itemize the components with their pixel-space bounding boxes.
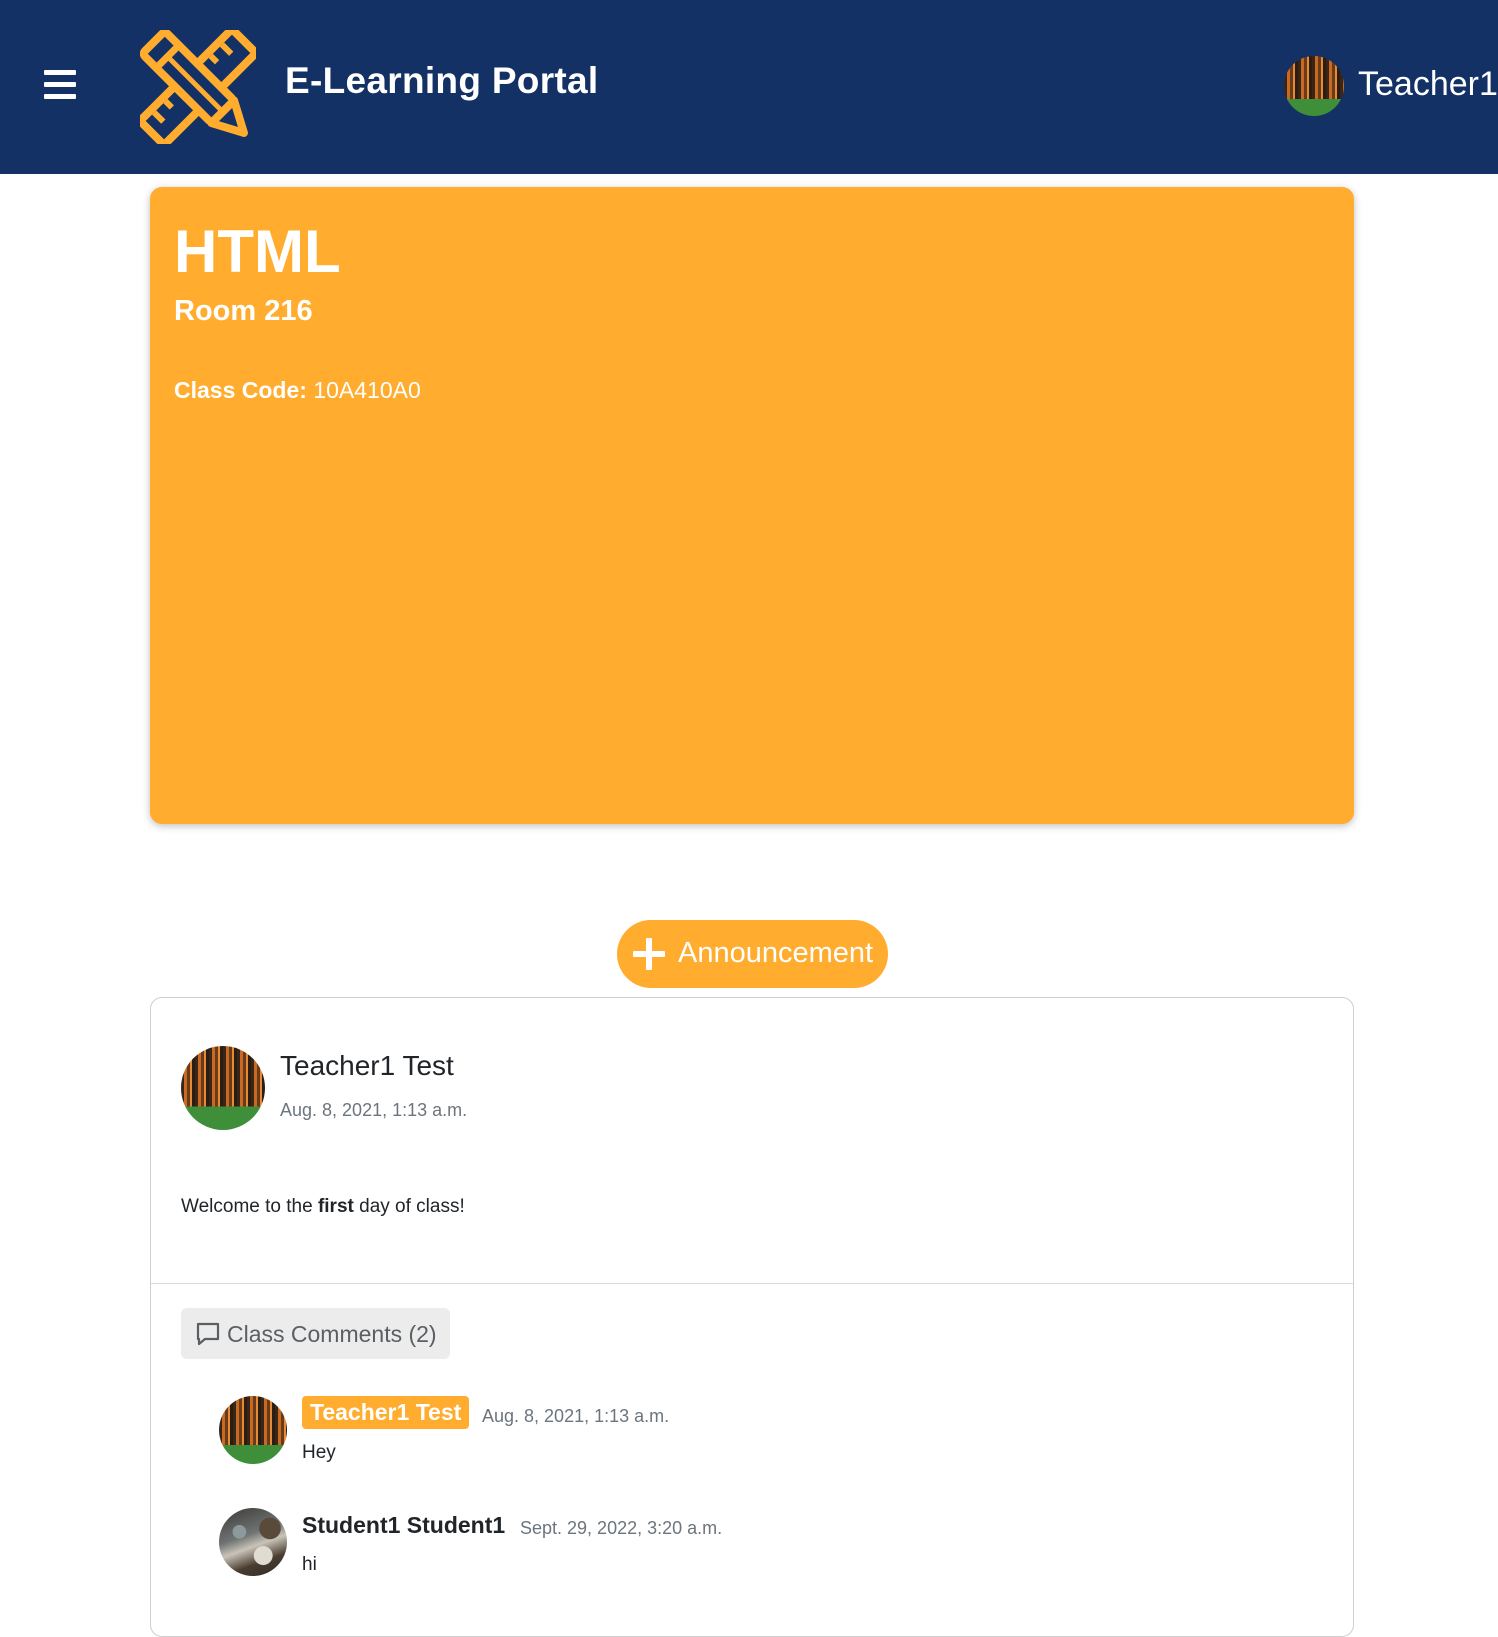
- comment-date: Aug. 8, 2021, 1:13 a.m.: [482, 1406, 670, 1426]
- user-avatar[interactable]: [1284, 56, 1344, 116]
- comment-author: Teacher1 Test: [302, 1396, 470, 1429]
- comment-item: Student1 Student1 Sept. 29, 2022, 3:20 a…: [219, 1508, 1219, 1580]
- post-date: Aug. 8, 2021, 1:13 a.m.: [280, 1100, 468, 1120]
- post-author: Teacher1 Test: [280, 1050, 454, 1081]
- post-body-bold: first: [317, 1196, 354, 1217]
- announcement-post: Teacher1 Test Aug. 8, 2021, 1:13 a.m. We…: [150, 997, 1354, 1637]
- comment-date: Sept. 29, 2022, 3:20 a.m.: [520, 1518, 723, 1538]
- post-body: Welcome to the first day of class!: [181, 1196, 465, 1217]
- add-announcement-button[interactable]: Announcement: [617, 920, 888, 988]
- class-code: Class Code: 10A410A0: [174, 377, 421, 404]
- class-code-label: Class Code:: [174, 377, 307, 403]
- top-navbar: E-Learning Portal Teacher1: [0, 0, 1498, 174]
- announcement-button-label: Announcement: [678, 937, 874, 969]
- portal-title[interactable]: E-Learning Portal: [285, 60, 598, 102]
- class-comments-label: Class Comments (2): [227, 1321, 437, 1347]
- class-banner: HTML Room 216 Class Code: 10A410A0: [150, 187, 1354, 824]
- post-author-avatar: [181, 1046, 265, 1130]
- class-code-value: 10A410A0: [313, 377, 421, 403]
- class-comments-toggle[interactable]: Class Comments (2): [181, 1308, 450, 1359]
- pencil-ruler-icon[interactable]: [140, 30, 256, 144]
- hamburger-menu-icon[interactable]: [44, 70, 76, 100]
- speech-bubble-icon: [196, 1322, 220, 1346]
- class-room: Room 216: [174, 295, 313, 327]
- comment-author: Student1 Student1: [302, 1512, 506, 1538]
- user-name[interactable]: Teacher1: [1358, 65, 1498, 104]
- plus-icon: [633, 938, 665, 970]
- comment-item: Teacher1 Test Aug. 8, 2021, 1:13 a.m. He…: [219, 1396, 1219, 1468]
- comment-text: Hey: [302, 1442, 336, 1463]
- post-divider: [151, 1283, 1353, 1284]
- comment-text: hi: [302, 1554, 317, 1575]
- comment-author-avatar: [219, 1396, 287, 1464]
- class-title: HTML: [174, 218, 341, 285]
- comment-author-avatar: [219, 1508, 287, 1576]
